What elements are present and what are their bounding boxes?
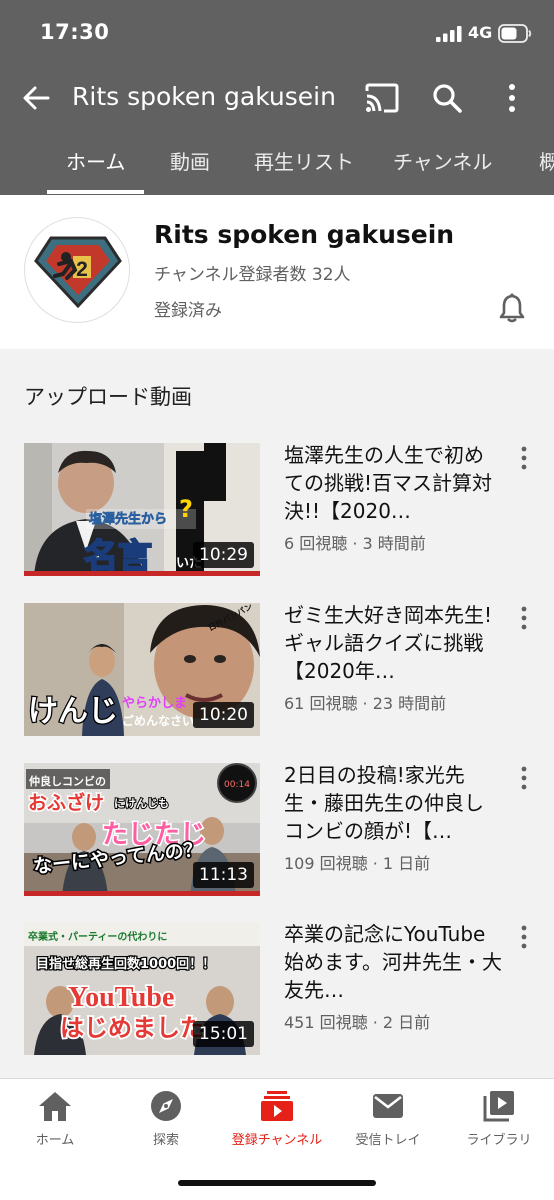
search-icon[interactable] <box>431 82 463 114</box>
channel-avatar[interactable]: 2 <box>24 217 130 323</box>
thumb-text: 目指せ総再生回数1000回！！ <box>36 956 215 972</box>
channel-logo-number: 2 <box>76 258 88 281</box>
tab-playlists[interactable]: 再生リスト <box>254 146 354 175</box>
thumb-text: YouTube <box>68 982 174 1013</box>
video-thumbnail[interactable]: 卒業式・パーティーの代わりに 目指せ総再生回数1000回！！ YouTube は… <box>24 922 260 1055</box>
inbox-icon <box>373 1094 403 1118</box>
more-vert-icon[interactable] <box>500 82 524 114</box>
nav-home[interactable]: ホーム <box>0 1089 110 1148</box>
thumb-text: ごめんなさい <box>122 713 194 728</box>
channel-name: Rits spoken gakusein <box>154 220 455 249</box>
thumb-text: はじめました <box>60 1014 204 1042</box>
nav-label: 受信トレイ <box>355 1133 421 1148</box>
nav-label: 登録チャンネル <box>231 1133 323 1148</box>
video-meta: 61 回視聴 · 23 時間前 <box>284 694 447 713</box>
video-more-icon[interactable] <box>516 924 532 950</box>
video-thumbnail[interactable]: 塩澤先生から 名言 ? いた 10:29 <box>24 443 260 576</box>
video-title[interactable]: 2日目の投稿!家光先生・藤田先生の仲良しコンビの顔が!【… <box>284 761 502 845</box>
video-item[interactable]: 00:14 仲良しコンビの おふざけ にけんじも たじたじ なーにやってんの？ … <box>0 763 554 897</box>
thumb-text: 00:14 <box>224 780 250 790</box>
video-more-icon[interactable] <box>516 765 532 791</box>
video-meta: 109 回視聴 · 1 日前 <box>284 854 431 873</box>
video-duration: 11:13 <box>193 862 254 888</box>
library-icon <box>483 1091 514 1122</box>
video-title[interactable]: 塩澤先生の人生で初めての挑戦!百マス計算対決!!【2020… <box>284 441 502 525</box>
channel-info: 2 Rits spoken gakusein チャンネル登録者数 32人 登録済… <box>0 195 554 349</box>
thumb-text: 仲良しコンビの <box>29 774 106 788</box>
video-more-icon[interactable] <box>516 445 532 471</box>
subscriptions-icon <box>261 1091 293 1121</box>
active-tab-indicator <box>47 190 144 194</box>
nav-explore[interactable]: 探索 <box>111 1089 221 1148</box>
video-item[interactable]: 塩澤先生から 名言 ? いた 10:29 塩澤先生の人生で初めての挑戦!百マス計… <box>0 443 554 577</box>
app-bar-title: Rits spoken gakusein <box>72 82 336 111</box>
video-meta: 451 回視聴 · 2 日前 <box>284 1013 431 1032</box>
subscriber-count: チャンネル登録者数 32人 <box>154 265 351 285</box>
thumb-text: にけんじも <box>114 797 169 810</box>
nav-subscriptions[interactable]: 登録チャンネル <box>222 1089 332 1148</box>
thumb-text: やらかしま <box>122 696 187 711</box>
explore-icon <box>151 1091 181 1121</box>
video-title[interactable]: 卒業の記念にYouTube始めます。河井先生・大友先… <box>284 920 502 1004</box>
cast-icon[interactable] <box>364 83 400 113</box>
back-arrow-icon[interactable] <box>20 82 52 114</box>
battery-icon <box>498 24 532 43</box>
nav-label: ホーム <box>35 1133 75 1148</box>
nav-library[interactable]: ライブラリ <box>444 1089 554 1148</box>
nav-inbox[interactable]: 受信トレイ <box>333 1089 443 1148</box>
notification-bell-icon[interactable] <box>498 293 526 323</box>
channel-logo-icon: 2 <box>34 236 122 308</box>
home-icon <box>39 1092 71 1121</box>
channel-header-bar: 17:30 4G Rits spoken gakusein ホーム 動画 再生リ… <box>0 0 554 195</box>
video-meta: 6 回視聴 · 3 時間前 <box>284 534 426 553</box>
tab-home[interactable]: ホーム <box>66 146 125 175</box>
home-indicator <box>178 1180 376 1186</box>
status-time: 17:30 <box>40 20 110 44</box>
network-type: 4G <box>468 23 493 42</box>
video-thumbnail[interactable]: 日外パンパン けんじ やらかしま ごめんなさい 10:20 <box>24 603 260 736</box>
signal-icon <box>436 26 462 42</box>
tab-about[interactable]: 概 <box>539 146 554 175</box>
video-thumbnail[interactable]: 00:14 仲良しコンビの おふざけ にけんじも たじたじ なーにやってんの？ … <box>24 763 260 896</box>
thumb-text: 名言 <box>84 537 152 576</box>
video-more-icon[interactable] <box>516 605 532 631</box>
status-bar: 17:30 4G <box>0 0 554 66</box>
tab-videos[interactable]: 動画 <box>170 146 210 175</box>
video-duration: 15:01 <box>193 1021 254 1047</box>
video-title[interactable]: ゼミ生大好き岡本先生!ギャル語クイズに挑戦【2020年… <box>284 601 502 685</box>
video-item[interactable]: 卒業式・パーティーの代わりに 目指せ総再生回数1000回！！ YouTube は… <box>0 922 554 1056</box>
thumb-text: 塩澤先生から <box>89 511 167 527</box>
nav-label: ライブラリ <box>466 1133 532 1148</box>
subscribed-button[interactable]: 登録済み <box>154 296 222 321</box>
channel-tabs: ホーム 動画 再生リスト チャンネル 概 <box>0 128 554 195</box>
nav-label: 探索 <box>152 1133 179 1148</box>
thumb-text: ? <box>179 495 193 523</box>
video-duration: 10:20 <box>193 702 254 728</box>
video-item[interactable]: 日外パンパン けんじ やらかしま ごめんなさい 10:20 ゼミ生大好き岡本先生… <box>0 603 554 737</box>
thumb-text: 卒業式・パーティーの代わりに <box>28 930 167 943</box>
thumb-text: けんじ <box>28 694 118 729</box>
app-bar: Rits spoken gakusein <box>0 70 554 126</box>
tab-channels[interactable]: チャンネル <box>393 146 492 175</box>
uploads-heading: アップロード動画 <box>24 385 192 409</box>
thumb-text: おふざけ <box>28 791 104 814</box>
video-duration: 10:29 <box>193 542 254 568</box>
